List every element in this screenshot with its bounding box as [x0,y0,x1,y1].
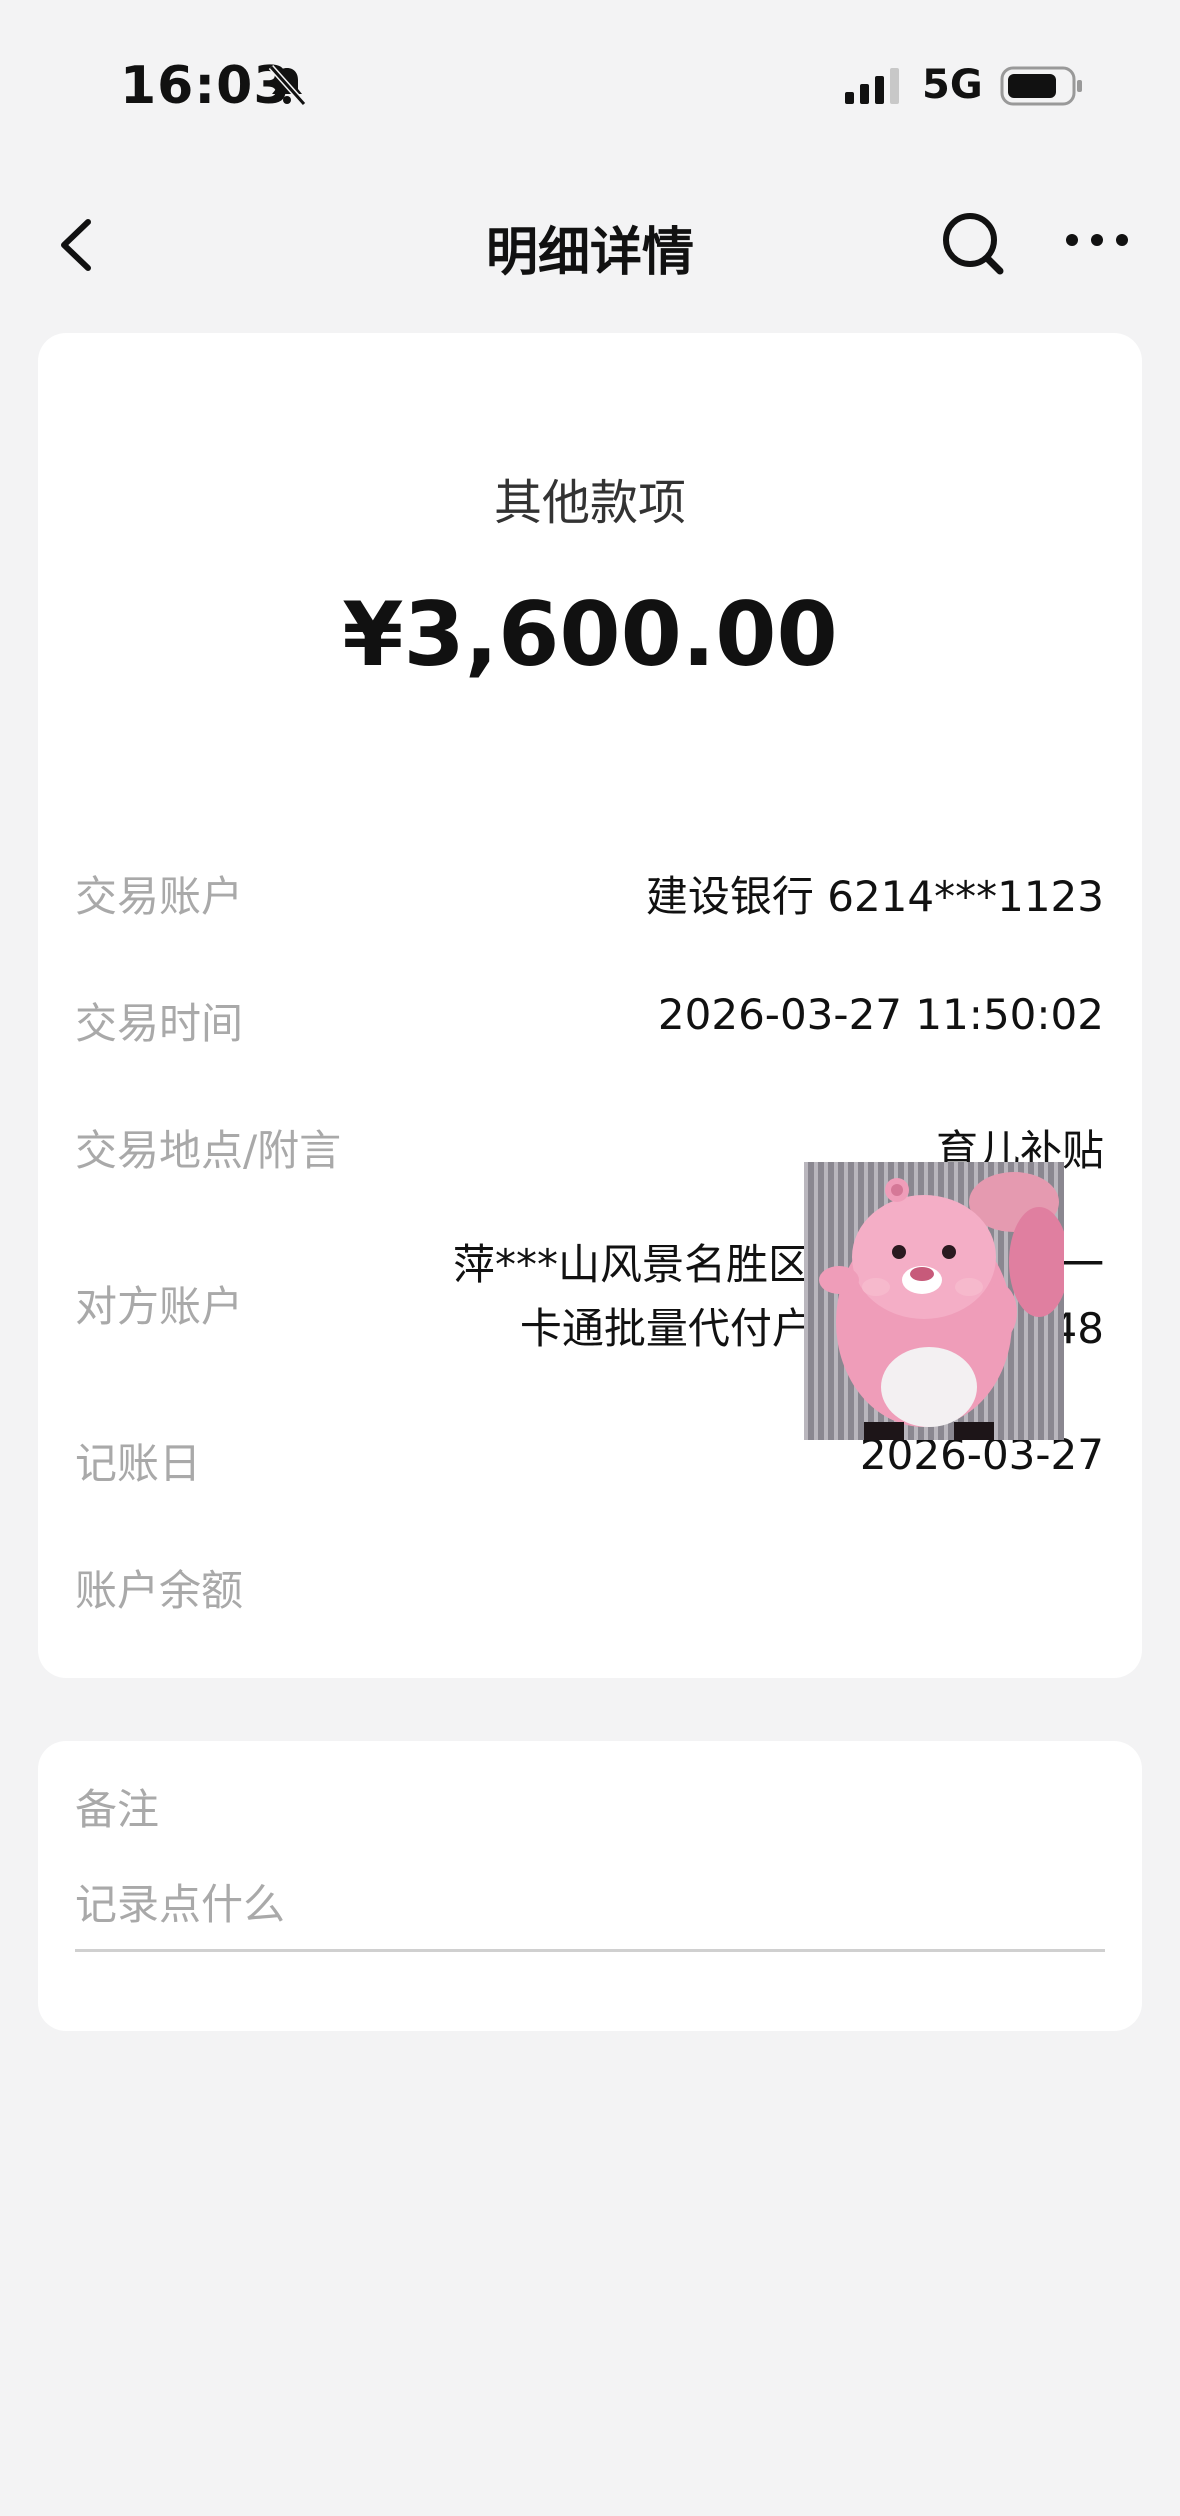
account-label: 交易账户 [75,872,244,921]
posting-date-label: 记账日 [75,1439,202,1488]
battery-icon [1000,66,1082,106]
balance-label: 账户余额 [75,1566,244,1615]
nav-bar: 明细详情 [0,190,1180,300]
counterparty-label: 对方账户 [75,1282,244,1331]
time-label: 交易时间 [75,999,244,1048]
status-bar: 16:03 5G [0,0,1180,170]
note-input[interactable] [75,1859,1105,1952]
network-label: 5G [922,62,983,108]
pink-bear-sticker-image [804,1162,1064,1440]
note-label: 备注 [75,1785,160,1834]
location-note-label: 交易地点/附言 [75,1126,342,1175]
more-dots-icon[interactable] [1062,220,1132,260]
transaction-amount: ¥3,600.00 [342,583,838,686]
account-value: 建设银行 6214***1123 [645,872,1104,921]
search-icon[interactable] [938,208,1008,278]
note-card: 备注 [38,1741,1142,2031]
time-value: 2026-03-27 11:50:02 [657,990,1104,1039]
transaction-detail-card: 其他款项 ¥3,600.00 交易账户 建设银行 6214***1123 交易时… [38,333,1142,1678]
bell-mute-icon [268,65,307,106]
signal-icon [845,68,899,104]
transaction-category: 其他款项 [493,475,686,531]
